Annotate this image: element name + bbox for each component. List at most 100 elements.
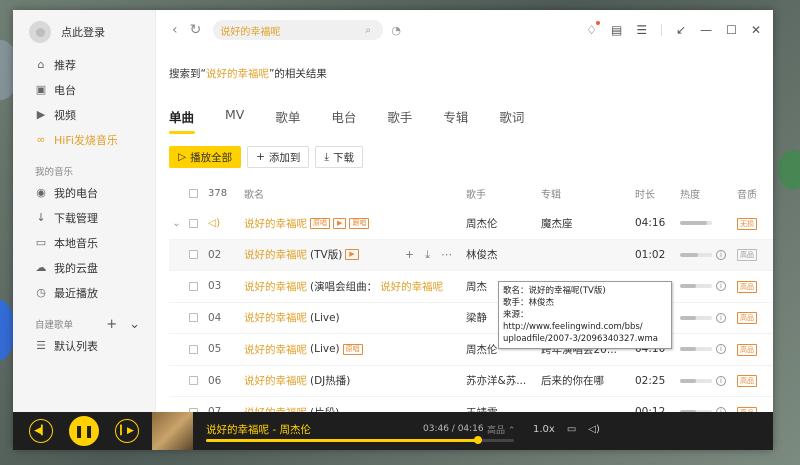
checkbox-box[interactable] [188, 250, 198, 260]
table-row[interactable]: 03说好的幸福呢 (演唱会组曲：说好的幸福呢周杰3i高品 [169, 271, 773, 303]
login-area[interactable]: 点此登录 [29, 20, 105, 44]
minimize-icon[interactable]: — [700, 23, 712, 37]
song-name-cell[interactable]: 说好的幸福呢 (TV版) ▶ + ⤓ ⋯ [244, 247, 466, 262]
song-title[interactable]: 说好的幸福呢 [244, 279, 307, 294]
checkbox-box[interactable] [188, 188, 198, 198]
maximize-icon[interactable]: ☐ [726, 23, 737, 37]
download-button[interactable]: ⤓ 下载 [315, 146, 364, 168]
row-checkbox[interactable] [184, 344, 202, 354]
song-title-suffix[interactable]: (Live) [310, 343, 340, 355]
quality-badge[interactable]: 高品 [737, 280, 757, 293]
checkbox-box[interactable] [188, 281, 198, 291]
search-input[interactable] [220, 24, 361, 36]
sidebar-item[interactable]: ◉ 我的电台 [13, 180, 156, 205]
song-title-suffix[interactable]: (Live) [310, 312, 340, 324]
sidebar-item[interactable]: ☰ 默认列表 [13, 333, 156, 358]
mini-player-icon[interactable]: ▤ [611, 23, 622, 37]
add-icon[interactable]: + [405, 248, 414, 262]
add-playlist-icon[interactable]: + [106, 317, 117, 332]
song-title[interactable]: 说好的幸福呢 [244, 373, 307, 388]
song-name-cell[interactable]: 说好的幸福呢 (演唱会组曲： 说好的幸福呢 [244, 279, 466, 294]
sidebar-item[interactable]: ↓ 下载管理 [13, 205, 156, 230]
sidebar-item[interactable]: ☁ 我的云盘 [13, 255, 156, 280]
login-label[interactable]: 点此登录 [61, 24, 105, 40]
album-link[interactable]: 后来的你在哪 [541, 373, 635, 388]
song-title[interactable]: 说好的幸福呢 [244, 342, 307, 357]
row-checkbox[interactable] [184, 281, 202, 291]
listen-identify-icon[interactable]: ◔ [391, 24, 401, 37]
progress-handle[interactable] [473, 436, 482, 444]
table-row[interactable]: 05 说好的幸福呢 (Live) 原唱 周杰伦 跨年演唱会20... 04:10 i 高品 [169, 334, 773, 366]
checkbox-box[interactable] [188, 344, 198, 354]
refresh-icon[interactable]: ↻ [190, 22, 202, 38]
quality-selector[interactable]: 高品 ⌃ [487, 423, 515, 436]
row-checkbox[interactable] [184, 218, 202, 228]
table-row[interactable]: ⌄ ◁) 说好的幸福呢 原唱 ▶ 跟唱 周杰伦 魔杰座 04:16 无损 [169, 208, 773, 240]
more-icon[interactable]: ⋯ [441, 248, 452, 262]
previous-button[interactable]: ◀▎ [29, 419, 53, 443]
table-row[interactable]: 06 说好的幸福呢 (DJ热播) 苏亦洋&苏... 后来的你在哪 02:25 i 高品 [169, 366, 773, 397]
quality-badge[interactable]: 无损 [737, 217, 757, 230]
skin-icon[interactable]: ♢ [586, 21, 600, 37]
tab-4[interactable]: 歌手 [387, 107, 412, 126]
next-button[interactable]: ▎▶ [115, 419, 139, 443]
song-name-cell[interactable]: 说好的幸福呢 原唱 ▶ 跟唱 [244, 216, 466, 231]
close-icon[interactable]: ✕ [751, 23, 761, 37]
song-title-suffix[interactable]: (DJ热播) [310, 373, 350, 388]
mv-badge[interactable]: ▶ [333, 217, 347, 229]
header-heat[interactable]: 热度 [680, 186, 737, 201]
sidebar-item[interactable]: ◷ 最近播放 [13, 280, 156, 305]
header-artist[interactable]: 歌手 [466, 186, 541, 201]
avatar[interactable] [29, 21, 51, 43]
song-title[interactable]: 说好的幸福呢 [244, 247, 307, 262]
speed-button[interactable]: 1.0x [533, 424, 555, 435]
search-icon[interactable]: ⌕ [365, 25, 371, 36]
song-title[interactable]: 说好的幸福呢 [244, 216, 307, 231]
sidebar-item[interactable]: ⌂ 推荐 [13, 52, 156, 77]
song-title-suffix[interactable]: (演唱会组曲： [310, 279, 377, 294]
song-name-cell[interactable]: 说好的幸福呢 (Live) 原唱 [244, 342, 466, 357]
tab-1[interactable]: MV [225, 107, 244, 126]
tab-6[interactable]: 歌词 [499, 107, 524, 126]
header-quality[interactable]: 音质 [737, 186, 767, 201]
mini-mode-icon[interactable]: ↙ [676, 23, 686, 37]
progress-bar[interactable] [206, 436, 514, 444]
tab-3[interactable]: 电台 [331, 107, 356, 126]
checkbox-box[interactable] [188, 376, 198, 386]
artist-link[interactable]: 周杰伦 [466, 216, 541, 231]
info-icon[interactable]: i [716, 249, 726, 260]
album-cover[interactable] [152, 412, 193, 450]
sidebar-item[interactable]: ∞ HiFi发烧音乐 [13, 127, 156, 152]
download-icon[interactable]: ⤓ [425, 248, 430, 262]
back-icon[interactable]: ‹ [172, 22, 178, 38]
song-name-cell[interactable]: 说好的幸福呢 (Live) [244, 310, 466, 325]
collapse-icon[interactable]: ⌄ [129, 317, 140, 332]
volume-icon[interactable]: ◁) [588, 424, 600, 435]
quality-badge[interactable]: 高品 [737, 343, 757, 356]
row-checkbox[interactable] [184, 250, 202, 260]
play-all-button[interactable]: ▷ 播放全部 [169, 146, 242, 168]
artist-link[interactable]: 苏亦洋&苏... [466, 373, 541, 388]
pause-button[interactable]: ❚❚ [69, 416, 99, 446]
info-icon[interactable]: i [716, 375, 726, 386]
select-all-checkbox[interactable] [184, 188, 202, 198]
header-album[interactable]: 专辑 [541, 186, 635, 201]
checkbox-box[interactable] [188, 218, 198, 228]
expand-icon[interactable]: ⌄ [169, 218, 184, 229]
checkbox-box[interactable] [188, 313, 198, 323]
info-icon[interactable]: i [716, 344, 726, 355]
header-name[interactable]: 歌名 [244, 186, 466, 201]
mv-badge[interactable]: ▶ [345, 249, 359, 261]
song-title-suffix[interactable]: (TV版) [310, 247, 342, 262]
album-link[interactable]: 魔杰座 [541, 216, 635, 231]
lyrics-icon[interactable]: ▭ [567, 424, 576, 435]
search-box[interactable]: ⌕ [213, 20, 384, 40]
artist-link[interactable]: 林俊杰 [466, 247, 541, 262]
tab-0[interactable]: 单曲 [169, 107, 196, 134]
now-playing-title[interactable]: 说好的幸福呢 - 周杰伦 [206, 422, 311, 437]
sidebar-item[interactable]: ▣ 电台 [13, 77, 156, 102]
info-icon[interactable]: i [716, 312, 726, 323]
header-duration[interactable]: 时长 [635, 186, 680, 201]
row-checkbox[interactable] [184, 376, 202, 386]
row-checkbox[interactable] [184, 313, 202, 323]
